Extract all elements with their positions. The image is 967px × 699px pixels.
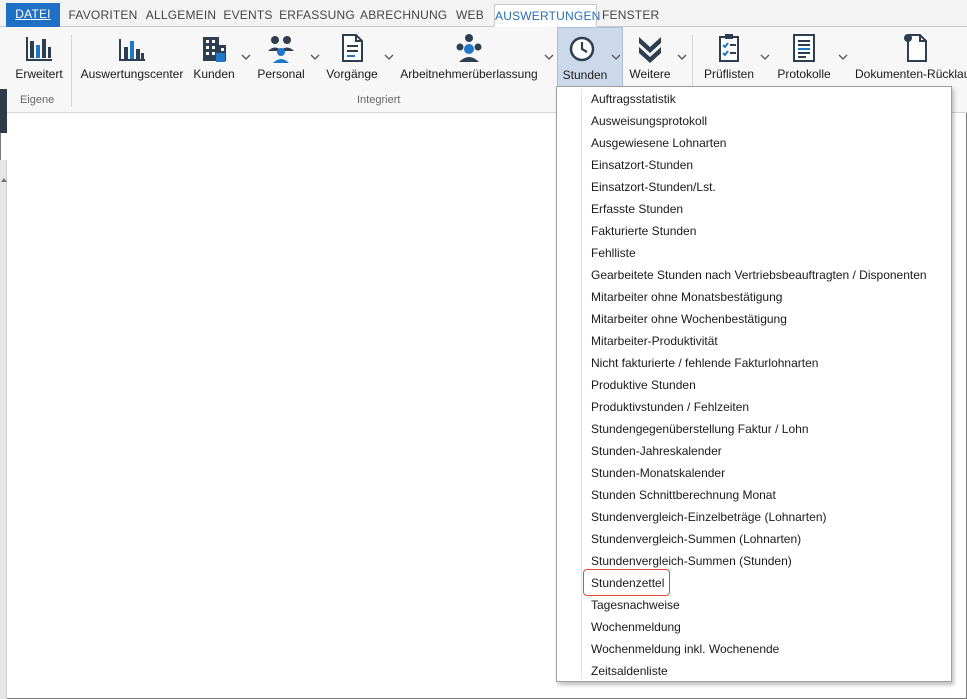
menu-item-stunden-jahreskalender[interactable]: Stunden-Jahreskalender [591, 440, 722, 462]
team-icon [455, 33, 483, 63]
personal-button[interactable]: Personal [254, 27, 308, 89]
weitere-chevron-down-icon[interactable] [677, 53, 687, 61]
tab-allgemein[interactable]: ALLGEMEIN [144, 4, 218, 27]
menu-item-auftragsstatistik[interactable]: Auftragsstatistik [591, 88, 676, 110]
personal-chevron-down-icon[interactable] [310, 53, 320, 61]
tab-auswertungen[interactable]: AUSWERTUNGEN [494, 4, 600, 27]
auswertungscenter-button[interactable]: Auswertungscenter [78, 27, 186, 89]
menu-item-tagesnachweise[interactable]: Tagesnachweise [591, 594, 680, 616]
weitere-button[interactable]: Weitere [624, 27, 676, 89]
side-panel-strip[interactable] [0, 160, 7, 699]
prueflisten-chevron-down-icon[interactable] [760, 53, 770, 61]
ribbon-separator [71, 35, 72, 107]
stunden-label: Stunden [562, 68, 608, 82]
protokolle-label: Protokolle [777, 67, 831, 81]
menu-item-produktive-stunden[interactable]: Produktive Stunden [591, 374, 696, 396]
menu-item-erfasste-stunden[interactable]: Erfasste Stunden [591, 198, 683, 220]
prueflisten-button[interactable]: Prüflisten [698, 27, 760, 89]
tab-favoriten[interactable]: FAVORITEN [66, 4, 140, 27]
list-document-icon [790, 33, 818, 63]
vorgaenge-label: Vorgänge [326, 67, 378, 81]
protokolle-button[interactable]: Protokolle [772, 27, 836, 89]
menu-item-stundenvergleich-summen-lohnarten[interactable]: Stundenvergleich-Summen (Lohnarten) [591, 528, 801, 550]
document-icon [338, 33, 366, 63]
group-label-eigene: Eigene [20, 94, 55, 106]
tab-fenster[interactable]: FENSTER [602, 4, 659, 27]
menu-item-ausgewiesene-lohnarten[interactable]: Ausgewiesene Lohnarten [591, 132, 726, 154]
bar-chart-frame-icon [25, 33, 53, 63]
menu-item-stundenvergleich-einzelbeträge-lohnarten[interactable]: Stundenvergleich-Einzelbeträge (Lohnarte… [591, 506, 826, 528]
erweitert-label: Erweitert [15, 67, 63, 81]
tab-events[interactable]: EVENTS [222, 4, 274, 27]
menu-item-zeitsaldenliste[interactable]: Zeitsaldenliste [591, 660, 668, 682]
arbeitnehmerueberlassung-chevron-down-icon[interactable] [544, 53, 554, 61]
arbeitnehmerueberlassung-label: Arbeitnehmerüberlassung [400, 67, 538, 81]
side-panel-edge [0, 89, 7, 133]
checklist-icon [715, 33, 743, 63]
tab-web[interactable]: WEB [452, 4, 488, 27]
clock-icon [568, 34, 596, 64]
erweitert-button[interactable]: Erweitert [8, 27, 70, 89]
bar-chart-icon [118, 33, 146, 63]
menu-item-mitarbeiter-ohne-wochenbestätigung[interactable]: Mitarbeiter ohne Wochenbestätigung [591, 308, 787, 330]
kunden-label: Kunden [193, 67, 235, 81]
protokolle-chevron-down-icon[interactable] [838, 53, 848, 61]
people-icon [267, 33, 295, 63]
menu-item-gearbeitete-stunden-nach-vertriebsbeauftragten-disponenten[interactable]: Gearbeitete Stunden nach Vertriebsbeauft… [591, 264, 927, 286]
highlight-box-stundenzettel [583, 569, 670, 596]
vorgaenge-chevron-down-icon[interactable] [384, 53, 394, 61]
menu-item-stundengegenüberstellung-faktur-lohn[interactable]: Stundengegenüberstellung Faktur / Lohn [591, 418, 809, 440]
kunden-button[interactable]: Kunden [188, 27, 240, 89]
double-chevron-down-icon [636, 33, 664, 63]
stunden-button[interactable]: Stunden [557, 27, 623, 89]
tab-abrechnung[interactable]: ABRECHNUNG [360, 4, 447, 27]
stunden-chevron-down-icon[interactable] [611, 53, 621, 61]
menu-item-fakturierte-stunden[interactable]: Fakturierte Stunden [591, 220, 696, 242]
collapse-arrow-icon[interactable] [1, 178, 7, 182]
tab-datei[interactable]: DATEI [6, 3, 60, 27]
document-return-icon [902, 33, 930, 63]
menu-item-produktivstunden-fehlzeiten[interactable]: Produktivstunden / Fehlzeiten [591, 396, 749, 418]
weitere-label: Weitere [629, 67, 671, 81]
menu-item-einsatzort-stunden-lst[interactable]: Einsatzort-Stunden/Lst. [591, 176, 716, 198]
arbeitnehmerueberlassung-button[interactable]: Arbeitnehmerüberlassung [396, 27, 542, 89]
kunden-chevron-down-icon[interactable] [241, 53, 251, 61]
dokumenten-ruecklauf-button[interactable]: Dokumenten-Rücklauf [852, 27, 967, 89]
menu-gutter [581, 89, 582, 679]
menu-item-nicht-fakturierte-fehlende-fakturlohnarten[interactable]: Nicht fakturierte / fehlende Fakturlohna… [591, 352, 818, 374]
group-label-integriert: Integriert [357, 94, 401, 106]
personal-label: Personal [257, 67, 305, 81]
menu-item-stunden-schnittberechnung-monat[interactable]: Stunden Schnittberechnung Monat [591, 484, 776, 506]
auswertungscenter-label: Auswertungscenter [80, 67, 184, 81]
menu-item-ausweisungsprotokoll[interactable]: Ausweisungsprotokoll [591, 110, 707, 132]
vorgaenge-button[interactable]: Vorgänge [322, 27, 382, 89]
ribbon-tab-bar: DATEI FAVORITEN ALLGEMEIN EVENTS ERFASSU… [0, 0, 967, 27]
tab-datei-label: DATEI [15, 7, 51, 21]
prueflisten-label: Prüflisten [703, 67, 755, 81]
building-icon [200, 33, 228, 63]
menu-item-wochenmeldung[interactable]: Wochenmeldung [591, 616, 681, 638]
menu-item-mitarbeiter-produktivität[interactable]: Mitarbeiter-Produktivität [591, 330, 718, 352]
tab-erfassung[interactable]: ERFASSUNG [278, 4, 356, 27]
dokumenten-ruecklauf-label: Dokumenten-Rücklauf [855, 67, 967, 81]
menu-item-mitarbeiter-ohne-monatsbestätigung[interactable]: Mitarbeiter ohne Monatsbestätigung [591, 286, 782, 308]
menu-item-stunden-monatskalender[interactable]: Stunden-Monatskalender [591, 462, 725, 484]
menu-item-wochenmeldung-inkl-wochenende[interactable]: Wochenmeldung inkl. Wochenende [591, 638, 779, 660]
menu-item-einsatzort-stunden[interactable]: Einsatzort-Stunden [591, 154, 693, 176]
menu-item-fehlliste[interactable]: Fehlliste [591, 242, 636, 264]
